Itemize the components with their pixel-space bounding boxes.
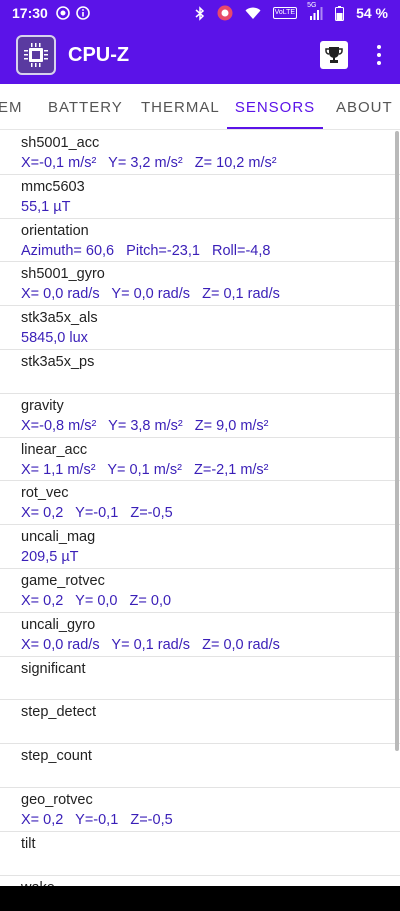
scrollbar[interactable] xyxy=(395,131,399,751)
sensor-value: X= 0,0 rad/s Y= 0,1 rad/s Z= 0,0 rad/s xyxy=(21,636,280,653)
tab-label: SENSORS xyxy=(234,98,316,116)
app-bar: CPU-Z xyxy=(0,26,400,84)
tab-sensors[interactable]: SENSORS xyxy=(227,84,323,129)
tab-system[interactable]: EM xyxy=(0,84,23,129)
navigation-bar xyxy=(0,886,400,911)
sensor-name: sh5001_acc xyxy=(21,135,100,151)
sensor-name: gravity xyxy=(21,397,64,414)
sensor-value: 209,5 µT xyxy=(21,549,79,566)
sensor-name: orientation xyxy=(21,222,89,239)
status-time: 17:30 xyxy=(12,5,48,21)
sensor-value: X= 0,2 Y= 0,0 Z= 0,0 xyxy=(21,592,172,609)
sensor-value: 5845,0 lux xyxy=(21,330,88,347)
list-item: sh5001_acc X=-0,1 m/s² Y= 3,2 m/s² Z= 10,… xyxy=(0,131,400,175)
list-item: step_detect xyxy=(0,700,400,745)
tab-bar: EM BATTERY THERMAL SENSORS ABOUT xyxy=(0,84,400,130)
list-item: significant xyxy=(0,657,400,701)
list-item: rot_vec X= 0,2 Y=-0,1 Z=-0,5 xyxy=(0,481,400,526)
sensor-name: sh5001_gyro xyxy=(21,266,105,283)
sensor-name: rot_vec xyxy=(21,485,69,502)
list-item: sh5001_gyro X= 0,0 rad/s Y= 0,0 rad/s Z= … xyxy=(0,262,400,307)
list-item: mmc5603 55,1 µT xyxy=(0,175,400,219)
info-icon xyxy=(76,6,90,20)
tab-label: BATTERY xyxy=(48,98,123,116)
list-item: uncali_gyro X= 0,0 rad/s Y= 0,1 rad/s Z= … xyxy=(0,613,400,657)
sensor-name: uncali_mag xyxy=(21,529,96,546)
recording-icon xyxy=(217,5,233,21)
sensor-name: stk3a5x_als xyxy=(21,310,98,327)
sensor-name: linear_acc xyxy=(21,441,88,458)
list-item: stk3a5x_als 5845,0 lux xyxy=(0,306,400,350)
tab-label: ABOUT xyxy=(336,98,393,116)
active-tab-indicator xyxy=(227,127,323,129)
battery-icon xyxy=(335,5,345,21)
sensor-value: X= 0,2 Y=-0,1 Z=-0,5 xyxy=(21,505,173,522)
list-item: game_rotvec X= 0,2 Y= 0,0 Z= 0,0 xyxy=(0,569,400,613)
list-item: geo_rotvec X= 0,2 Y=-0,1 Z=-0,5 xyxy=(0,788,400,832)
list-item: stk3a5x_ps xyxy=(0,350,400,394)
cpu-chip-icon xyxy=(16,35,56,75)
tab-about[interactable]: ABOUT xyxy=(336,84,393,129)
sensor-value: X= 1,1 m/s² Y= 0,1 m/s² Z=-2,1 m/s² xyxy=(21,461,269,478)
sensor-list[interactable]: sh5001_acc X=-0,1 m/s² Y= 3,2 m/s² Z= 10,… xyxy=(0,131,400,886)
more-vert-icon xyxy=(377,45,381,49)
sensor-name: step_count xyxy=(21,748,92,765)
tab-label: THERMAL xyxy=(141,98,220,116)
trophy-button[interactable] xyxy=(320,41,348,69)
wifi-icon xyxy=(245,7,261,20)
list-item: orientation Azimuth= 60,6 Pitch=-23,1 Rol… xyxy=(0,219,400,263)
app-title: CPU-Z xyxy=(68,43,130,66)
overflow-menu-button[interactable] xyxy=(370,43,388,67)
status-bar: 17:30 VoLTE 5G 54 % xyxy=(0,0,400,26)
cell-signal-icon: 5G xyxy=(307,2,323,20)
sensor-value: X=-0,1 m/s² Y= 3,2 m/s² Z= 10,2 m/s² xyxy=(21,155,277,171)
sensor-value: Azimuth= 60,6 Pitch=-23,1 Roll=-4,8 xyxy=(21,242,271,259)
sensor-name: significant xyxy=(21,660,86,677)
sensor-name: step_detect xyxy=(21,704,96,721)
list-item: wake xyxy=(0,876,400,886)
sensor-name: uncali_gyro xyxy=(21,616,96,633)
network-type-label: 5G xyxy=(307,1,317,9)
sensor-value: X= 0,0 rad/s Y= 0,0 rad/s Z= 0,1 rad/s xyxy=(21,286,280,303)
sensor-value: 55,1 µT xyxy=(21,198,71,215)
sensor-name: geo_rotvec xyxy=(21,791,93,808)
list-item: tilt xyxy=(0,832,400,876)
notification-dot-icon xyxy=(56,6,70,20)
tab-thermal[interactable]: THERMAL xyxy=(141,84,220,129)
bluetooth-icon xyxy=(195,5,205,21)
sensor-name: wake xyxy=(21,879,380,886)
sensor-value: X=-0,8 m/s² Y= 3,8 m/s² Z= 9,0 m/s² xyxy=(21,417,269,434)
sensor-value: X= 0,2 Y=-0,1 Z=-0,5 xyxy=(21,811,173,828)
sensor-name: tilt xyxy=(21,835,36,852)
tab-battery[interactable]: BATTERY xyxy=(48,84,123,129)
sensor-name: mmc5603 xyxy=(21,178,85,195)
tab-label: EM xyxy=(0,98,23,116)
list-item: linear_acc X= 1,1 m/s² Y= 0,1 m/s² Z=-2,1… xyxy=(0,438,400,482)
sensor-name: stk3a5x_ps xyxy=(21,353,95,370)
trophy-icon xyxy=(325,47,343,63)
list-item: uncali_mag 209,5 µT xyxy=(0,525,400,569)
volte-icon: VoLTE xyxy=(272,7,298,19)
sensor-name: game_rotvec xyxy=(21,572,105,589)
list-item: gravity X=-0,8 m/s² Y= 3,8 m/s² Z= 9,0 m/… xyxy=(0,394,400,438)
battery-percent: 54 % xyxy=(356,5,388,21)
list-item: step_count xyxy=(0,744,400,788)
